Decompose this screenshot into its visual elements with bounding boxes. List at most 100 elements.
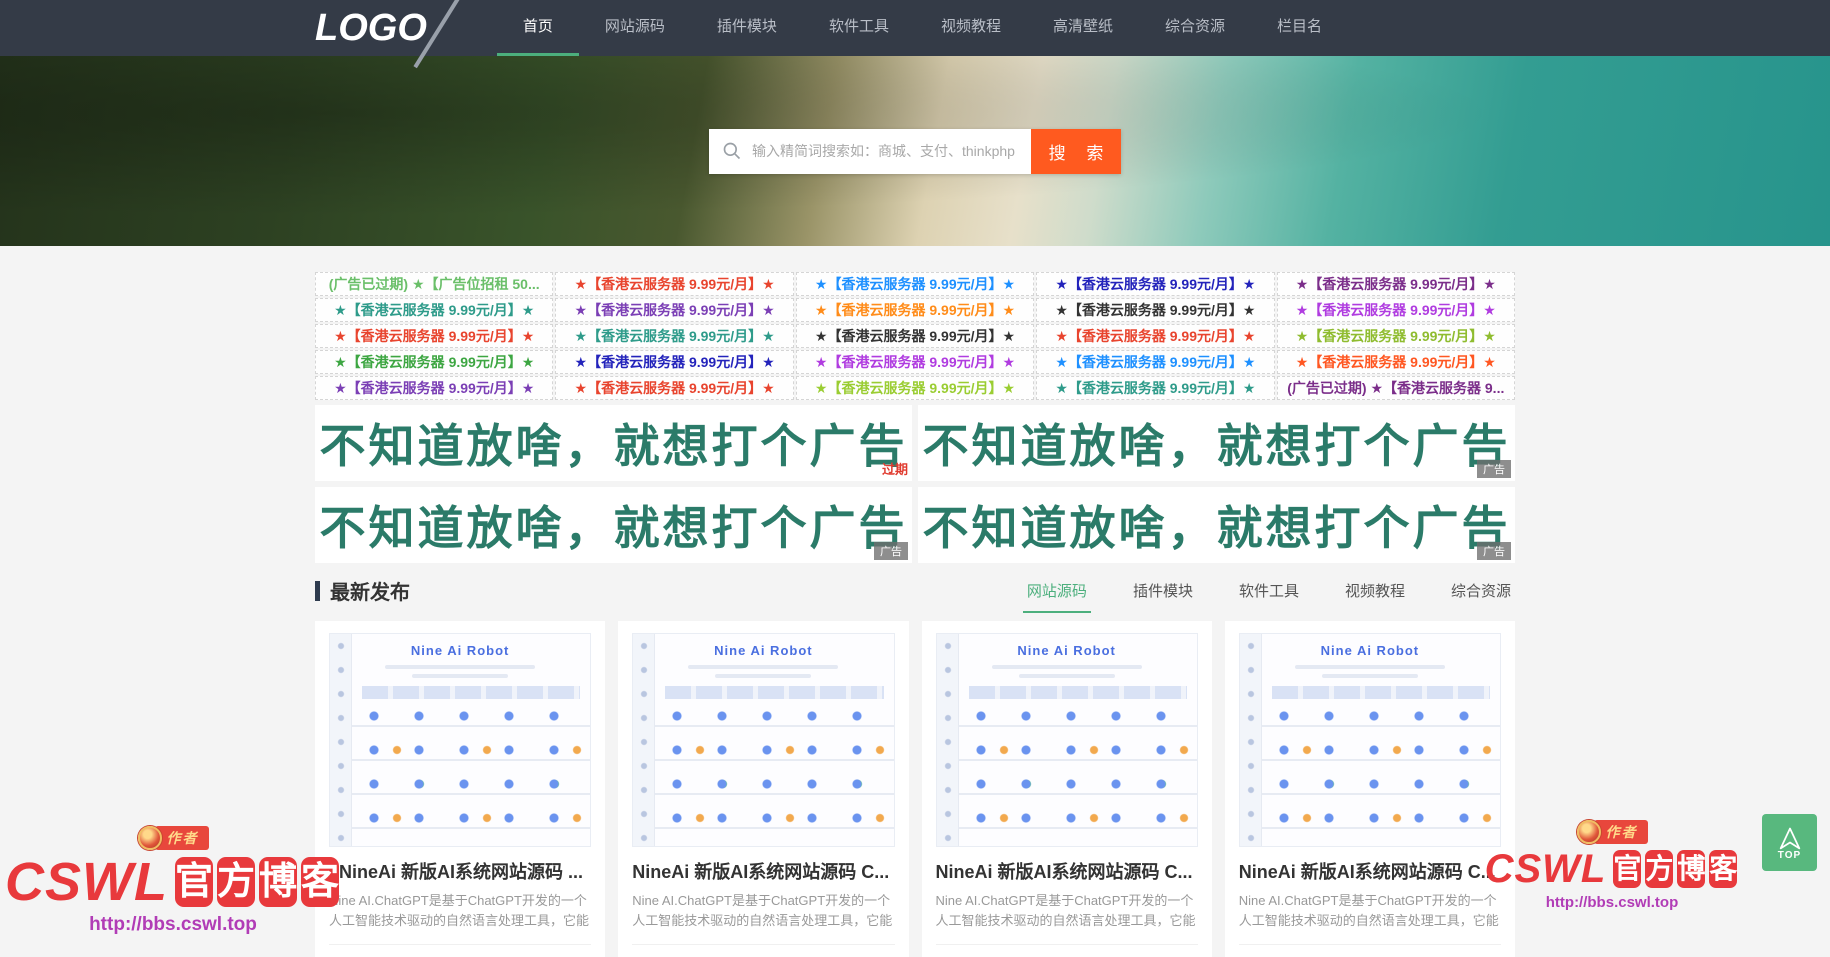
thumb-title: Nine Ai Robot (410, 643, 510, 658)
thumb-subtitle-line (412, 674, 509, 678)
text-ad-link[interactable]: (广告已过期) ★【香港云服务器 9... (1276, 376, 1515, 400)
up-arrow-icon (1779, 827, 1800, 849)
text-ads-grid: (广告已过期) ★【广告位招租 50... ★【香港云服务器 9.99元/月】★… (315, 272, 1515, 400)
post-description: Nine AI.ChatGPT是基于ChatGPT开发的一个人工智能技术驱动的自… (1238, 893, 1499, 929)
banner-ad-text: 不知道放啥，就想打个广告 (922, 501, 1511, 555)
watermark-brand-latin: CSWL (4, 852, 168, 912)
nav-item-software-tools[interactable]: 软件工具 (803, 0, 915, 56)
text-ad-link[interactable]: ★【香港云服务器 9.99元/月】★ (1036, 298, 1275, 322)
thumb-icon-grid (1261, 706, 1500, 846)
text-ad-link[interactable]: ★【香港云服务器 9.99元/月】★ (1276, 272, 1515, 296)
post-thumbnail: Nine Ai Robot (632, 633, 895, 847)
nav-item-site-source[interactable]: 网站源码 (579, 0, 691, 56)
text-ad-link[interactable]: ★【香港云服务器 9.99元/月】★ (1036, 350, 1275, 374)
back-to-top-button[interactable]: TOP (1762, 814, 1817, 871)
post-card-4[interactable]: Nine Ai Robot NineAi 新版AI系统网站源码 C... Nin… (1224, 621, 1515, 957)
expired-tag: 过期 (881, 462, 908, 477)
thumb-menu-band (362, 686, 581, 699)
thumb-title: Nine Ai Robot (714, 643, 813, 658)
banner-ad-2[interactable]: 不知道放啥，就想打个广告 广告 (918, 405, 1515, 481)
text-ad-link[interactable]: ★【香港云服务器 9.99元/月】★ (555, 350, 794, 374)
watermark-brand: CSWL 官 方 博 客 (1485, 849, 1738, 889)
search-input[interactable] (752, 143, 1018, 159)
banner-ads-grid: 不知道放啥，就想打个广告 过期 不知道放啥，就想打个广告 广告 不知道放啥，就想… (315, 405, 1515, 563)
ad-tag: 广告 (1477, 542, 1511, 560)
section-title: 最新发布 (315, 576, 410, 613)
text-ad-link[interactable]: ★【香港云服务器 9.99元/月】★ (795, 324, 1035, 348)
text-ad-link[interactable]: ★【香港云服务器 9.99元/月】★ (1036, 376, 1275, 400)
text-ad-link[interactable]: ★【香港云服务器 9.99元/月】★ (1276, 324, 1515, 348)
text-ad-link[interactable]: ★【香港云服务器 9.99元/月】★ (315, 376, 554, 400)
post-thumbnail: Nine Ai Robot (1238, 633, 1501, 847)
tab-software-tools[interactable]: 软件工具 (1235, 580, 1303, 613)
text-ad-link[interactable]: ★【香港云服务器 9.99元/月】★ (795, 272, 1035, 296)
text-ad-link[interactable]: ★【香港云服务器 9.99元/月】★ (1036, 324, 1275, 348)
post-card-2[interactable]: Nine Ai Robot NineAi 新版AI系统网站源码 C... Nin… (618, 621, 909, 957)
latest-section-head: 最新发布 网站源码 插件模块 软件工具 视频教程 综合资源 (315, 576, 1515, 613)
nav-item-video-tutorials[interactable]: 视频教程 (915, 0, 1027, 56)
hero-banner: 搜 索 (0, 56, 1830, 246)
search-bar: 搜 索 (709, 128, 1121, 174)
post-card-1[interactable]: Nine Ai Robot 1NineAi 新版AI系统网站源码 ... Nin… (315, 621, 606, 957)
text-ad-link[interactable]: ★【香港云服务器 9.99元/月】★ (555, 324, 794, 348)
thumb-subtitle-line (688, 665, 839, 669)
thumb-icon-grid (655, 706, 894, 846)
watermark-stamp-char: 官 (1613, 850, 1642, 888)
text-ad-link[interactable]: ★【香港云服务器 9.99元/月】★ (795, 350, 1035, 374)
text-ad-link[interactable]: ★【香港云服务器 9.99元/月】★ (315, 350, 554, 374)
tab-site-source[interactable]: 网站源码 (1022, 580, 1091, 613)
text-ad-link[interactable]: ★【香港云服务器 9.99元/月】★ (315, 324, 554, 348)
tab-video-tutorials[interactable]: 视频教程 (1341, 580, 1409, 613)
search-field (709, 128, 1031, 174)
watermark-brand-latin: CSWL (1484, 847, 1607, 891)
nav-item-plugins[interactable]: 插件模块 (691, 0, 803, 56)
post-card-3[interactable]: Nine Ai Robot NineAi 新版AI系统网站源码 C... Nin… (921, 621, 1212, 957)
post-footer: ◎ 0 2024-01-23 (935, 944, 1198, 957)
text-ad-link[interactable]: ★【香港云服务器 9.99元/月】★ (555, 272, 794, 296)
text-ad-link[interactable]: ★【香港云服务器 9.99元/月】★ (555, 298, 794, 322)
text-ad-link[interactable]: ★【香港云服务器 9.99元/月】★ (1276, 350, 1515, 374)
navbar-inner: LOGO 首页 网站源码 插件模块 软件工具 视频教程 高清壁纸 综合资源 栏目… (315, 0, 1515, 69)
watermark-left: 作者 CSWL 官 方 博 客 http://bbs.cswl.top (4, 826, 340, 936)
thumb-subtitle-line (1321, 674, 1418, 678)
post-description: Nine AI.ChatGPT是基于ChatGPT开发的一个人工智能技术驱动的自… (329, 893, 590, 929)
nav-item-column-name[interactable]: 栏目名 (1251, 0, 1348, 56)
post-title: NineAi 新版AI系统网站源码 C... (1238, 862, 1496, 882)
logo[interactable]: LOGO (315, 0, 471, 69)
text-ad-link[interactable]: ★【香港云服务器 9.99元/月】★ (555, 376, 794, 400)
thumb-title: Nine Ai Robot (1320, 643, 1420, 658)
banner-ad-text: 不知道放啥，就想打个广告 (319, 501, 908, 555)
author-badge-icon (1576, 820, 1601, 844)
post-footer: ◎ 0 2024-01-23 (1238, 944, 1501, 957)
nav-item-home[interactable]: 首页 (496, 0, 579, 56)
author-badge-icon (137, 826, 162, 850)
post-description: Nine AI.ChatGPT是基于ChatGPT开发的一个人工智能技术驱动的自… (632, 893, 893, 929)
text-ad-link[interactable]: ★【香港云服务器 9.99元/月】★ (1036, 272, 1275, 296)
post-footer: ◎ 0 2024-01-23 (632, 944, 895, 957)
section-title-text: 最新发布 (330, 582, 410, 604)
author-badge: 作者 (1576, 820, 1648, 844)
text-ad-link[interactable]: ★【香港云服务器 9.99元/月】★ (795, 298, 1035, 322)
banner-ad-1[interactable]: 不知道放啥，就想打个广告 过期 (315, 405, 912, 481)
watermark-stamp-char: 博 (1677, 850, 1706, 888)
navbar: LOGO 首页 网站源码 插件模块 软件工具 视频教程 高清壁纸 综合资源 栏目… (0, 0, 1830, 69)
nav-item-hd-wallpapers[interactable]: 高清壁纸 (1027, 0, 1139, 56)
author-badge: 作者 (137, 826, 209, 850)
back-to-top-label: TOP (1777, 849, 1802, 861)
thumb-subtitle-line (1018, 674, 1115, 678)
text-ad-link[interactable]: ★【香港云服务器 9.99元/月】★ (1276, 298, 1515, 322)
nav-item-misc-resources[interactable]: 综合资源 (1139, 0, 1251, 56)
banner-ad-4[interactable]: 不知道放啥，就想打个广告 广告 (918, 487, 1515, 563)
main-nav: 首页 网站源码 插件模块 软件工具 视频教程 高清壁纸 综合资源 栏目名 (496, 0, 1348, 56)
text-ad-link[interactable]: ★【香港云服务器 9.99元/月】★ (795, 376, 1035, 400)
post-title: NineAi 新版AI系统网站源码 C... (935, 862, 1193, 882)
watermark-right: 作者 CSWL 官 方 博 客 http://bbs.cswl.top (1485, 820, 1738, 911)
text-ad-link[interactable]: ★【香港云服务器 9.99元/月】★ (315, 298, 554, 322)
tab-plugins[interactable]: 插件模块 (1129, 580, 1197, 613)
tab-misc-resources[interactable]: 综合资源 (1447, 580, 1515, 613)
search-button[interactable]: 搜 索 (1031, 128, 1121, 174)
banner-ad-3[interactable]: 不知道放啥，就想打个广告 广告 (315, 487, 912, 563)
text-ad-link[interactable]: (广告已过期) ★【广告位招租 50... (315, 272, 554, 296)
post-description: Nine AI.ChatGPT是基于ChatGPT开发的一个人工智能技术驱动的自… (935, 893, 1196, 929)
thumb-menu-band (1271, 686, 1490, 699)
